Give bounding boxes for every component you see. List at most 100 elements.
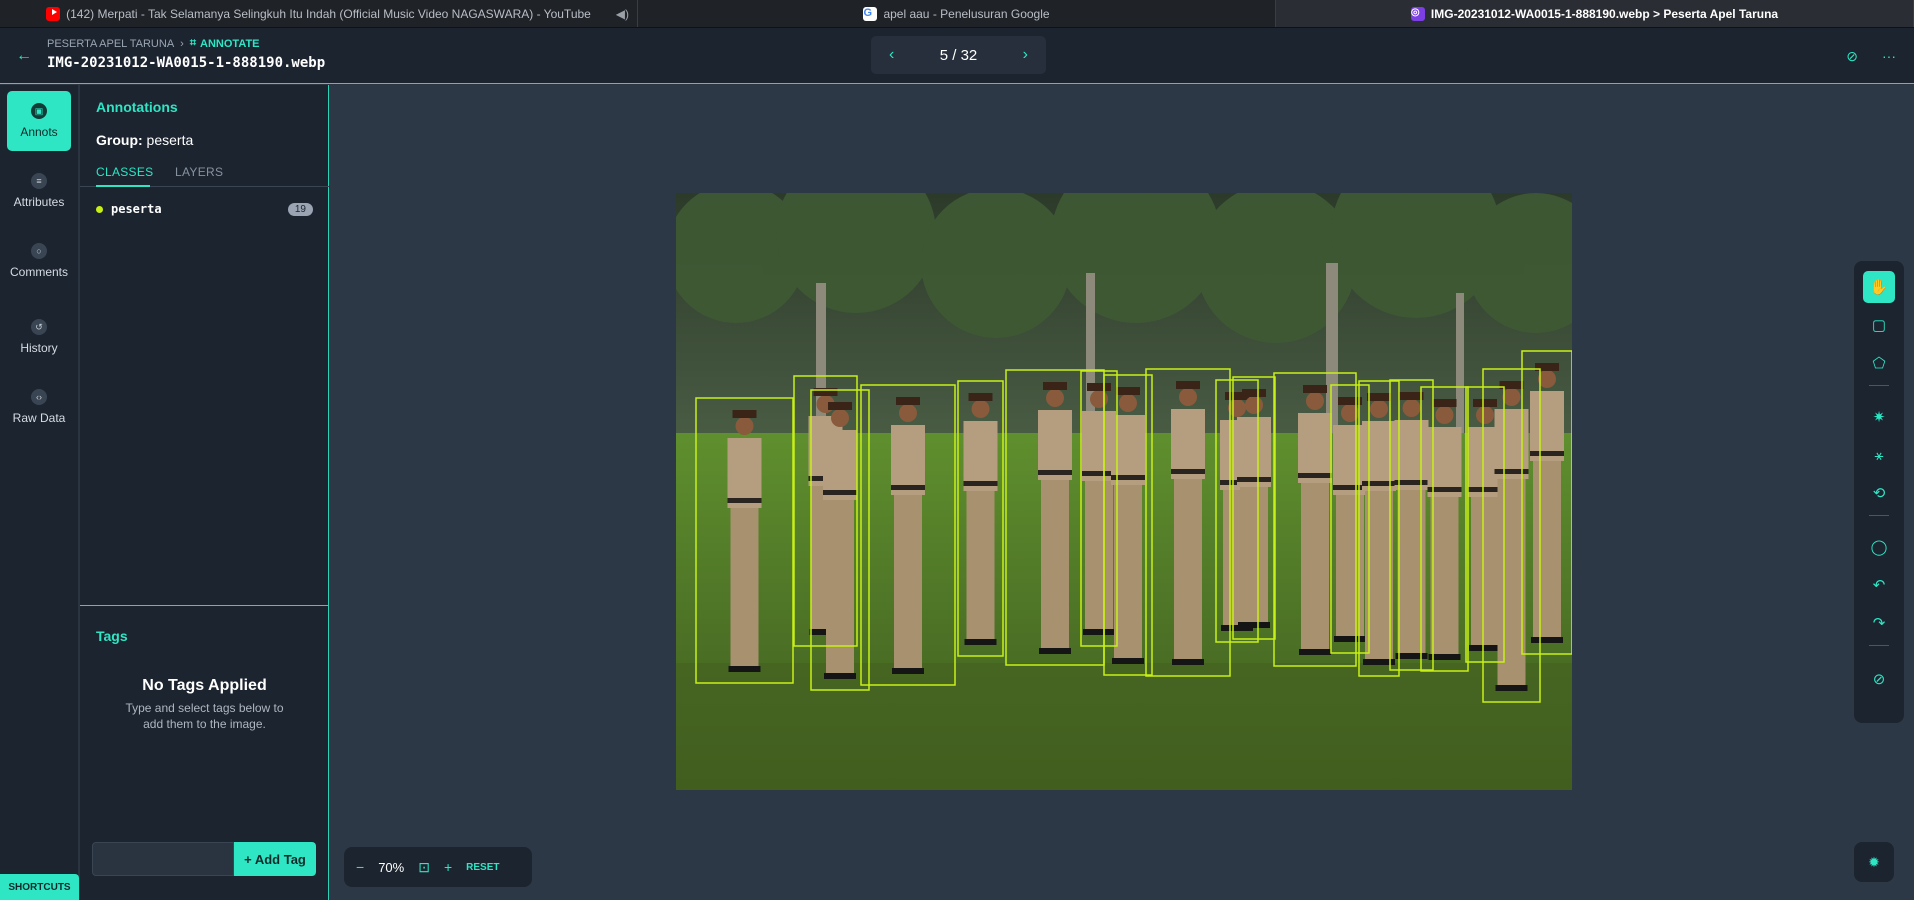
magic-wand-icon[interactable]: ⚹ — [1863, 439, 1895, 471]
previous-image-icon[interactable]: ‹ — [889, 46, 894, 64]
redo-icon[interactable]: ↷ — [1863, 607, 1895, 639]
hide-annotations-icon[interactable]: ⊘ — [1863, 663, 1895, 695]
cadet-figure — [1494, 381, 1529, 691]
cadet-figure — [891, 397, 925, 674]
next-image-icon[interactable]: › — [1023, 46, 1028, 64]
group-line: Group: peserta — [96, 132, 193, 148]
rail-item-label: Annots — [20, 125, 58, 139]
class-row[interactable]: peserta 19 — [96, 200, 313, 218]
list-icon: ≡ — [31, 173, 47, 189]
tab-classes[interactable]: CLASSES — [96, 165, 153, 179]
pager-count: 5 / 32 — [939, 46, 978, 64]
zoom-level: 70% — [378, 859, 405, 875]
comment-tool-icon[interactable]: ◯ — [1863, 531, 1895, 563]
tab-title: IMG-20231012-WA0015-1-888190.webp > Pese… — [1430, 6, 1779, 21]
active-tab-indicator — [96, 185, 150, 187]
group-label: Group: — [96, 132, 143, 148]
rail-item-label: Comments — [9, 265, 68, 279]
auto-annotate-icon[interactable]: ✷ — [1863, 401, 1895, 433]
unlock-icon[interactable]: ⊡ — [418, 859, 430, 876]
bounding-box-tool-icon[interactable]: ▢ — [1863, 309, 1895, 341]
rail-item-label: Raw Data — [12, 411, 66, 425]
cadet-figure — [823, 402, 857, 679]
cadet-figure — [1333, 397, 1367, 642]
rail-item-annots[interactable]: ▣ Annots — [7, 91, 71, 151]
cadet-figure — [1530, 363, 1564, 643]
annotation-canvas[interactable]: − 70% ⊡ + RESET ✋ ▢ ⬠ ✷ ⚹ ⟲ ◯ ↶ ↷ ⊘ ✹ — [330, 85, 1914, 900]
more-options-icon[interactable]: ··· — [1882, 48, 1896, 65]
repeat-icon[interactable]: ⟲ — [1863, 477, 1895, 509]
tab-title: apel aau - Penelusuran Google — [883, 6, 1050, 21]
google-icon: G — [863, 6, 878, 21]
speaker-icon[interactable]: ◀) — [616, 7, 629, 21]
tab-title: (142) Merpati - Tak Selamanya Selingkuh … — [66, 6, 591, 21]
rail-item-label: History — [20, 341, 58, 355]
cadet-figure — [963, 393, 998, 645]
rail-item-comments[interactable]: ○ Comments — [7, 231, 71, 291]
rail-item-history[interactable]: ↺ History — [7, 307, 71, 367]
class-color-dot — [96, 205, 103, 213]
no-tags-message: No Tags Applied Type and select tags bel… — [80, 677, 329, 732]
youtube-icon — [46, 6, 61, 21]
app-header: ← PESERTA APEL TARUNA › ⌗ ANNOTATE IMG-2… — [0, 28, 1914, 84]
class-count-badge: 19 — [287, 202, 313, 216]
page-title: IMG-20231012-WA0015-1-888190.webp — [47, 55, 326, 71]
cadet-figure — [1111, 387, 1145, 664]
browser-tab-google[interactable]: G apel aau - Penelusuran Google — [638, 0, 1276, 27]
settings-gear-icon[interactable]: ✹ — [1854, 842, 1894, 882]
tags-title: Tags — [96, 628, 128, 644]
breadcrumb-mode-label: ANNOTATE — [200, 37, 260, 50]
no-tags-hint: Type and select tags below to add them t… — [80, 700, 329, 732]
rail-item-label: Attributes — [13, 195, 65, 209]
group-value: peserta — [146, 132, 194, 148]
reset-zoom-button[interactable]: RESET — [466, 862, 499, 873]
cadet-figure — [1171, 381, 1205, 665]
browser-tab-app[interactable]: ◎ IMG-20231012-WA0015-1-888190.webp > Pe… — [1276, 0, 1914, 27]
tool-palette: ✋ ▢ ⬠ ✷ ⚹ ⟲ ◯ ↶ ↷ ⊘ — [1854, 261, 1904, 723]
comment-icon: ○ — [31, 243, 47, 259]
zoom-out-icon[interactable]: − — [356, 859, 364, 875]
hide-eye-icon[interactable]: ⊘ — [1846, 48, 1858, 65]
add-tag-button[interactable]: + Add Tag — [234, 842, 316, 876]
code-icon: ‹› — [31, 389, 47, 405]
browser-tab-youtube[interactable]: (142) Merpati - Tak Selamanya Selingkuh … — [0, 0, 638, 27]
divider — [1869, 515, 1889, 516]
header-actions: ⊘ ··· — [1846, 48, 1896, 65]
tag-input[interactable] — [92, 842, 234, 876]
zoom-controls: − 70% ⊡ + RESET — [344, 847, 532, 887]
breadcrumb-project[interactable]: PESERTA APEL TARUNA — [47, 38, 174, 50]
divider — [1869, 645, 1889, 646]
no-tags-hint-line2: add them to the image. — [143, 717, 266, 731]
annotations-icon: ▣ — [31, 103, 47, 119]
pan-hand-icon[interactable]: ✋ — [1863, 271, 1895, 303]
tab-layers[interactable]: LAYERS — [175, 165, 223, 179]
cadet-figure — [727, 410, 762, 672]
cadet-figure — [1082, 383, 1116, 635]
annotate-icon: ⌗ — [189, 37, 197, 49]
back-arrow-icon[interactable]: ← — [14, 46, 34, 66]
zoom-in-icon[interactable]: + — [444, 859, 452, 875]
no-tags-hint-line1: Type and select tags below to — [125, 701, 284, 715]
cadet-figure — [1237, 389, 1271, 628]
cadet-figure — [1362, 393, 1396, 665]
polygon-tool-icon[interactable]: ⬠ — [1863, 347, 1895, 379]
undo-icon[interactable]: ↶ — [1863, 569, 1895, 601]
rail-item-attributes[interactable]: ≡ Attributes — [7, 161, 71, 221]
cadet-figure — [1038, 382, 1072, 654]
panel-tabs: CLASSES LAYERS — [80, 160, 329, 187]
breadcrumb: PESERTA APEL TARUNA › ⌗ ANNOTATE — [47, 37, 260, 50]
divider — [1869, 385, 1889, 386]
image-viewport[interactable] — [676, 193, 1572, 790]
breadcrumb-mode: ⌗ ANNOTATE — [190, 37, 260, 50]
annotations-panel: Annotations Group: peserta CLASSES LAYER… — [80, 85, 329, 900]
image-pager: ‹ 5 / 32 › — [871, 36, 1046, 74]
rail-item-raw-data[interactable]: ‹› Raw Data — [7, 377, 71, 437]
app-icon: ◎ — [1410, 6, 1425, 21]
panel-title: Annotations — [96, 99, 178, 115]
class-name: peserta — [111, 202, 162, 216]
browser-tab-bar: (142) Merpati - Tak Selamanya Selingkuh … — [0, 0, 1914, 28]
annotated-photo — [676, 193, 1572, 790]
left-rail: ▣ Annots ≡ Attributes ○ Comments ↺ Histo… — [0, 85, 79, 900]
history-icon: ↺ — [31, 319, 47, 335]
shortcuts-button[interactable]: SHORTCUTS — [0, 874, 79, 900]
